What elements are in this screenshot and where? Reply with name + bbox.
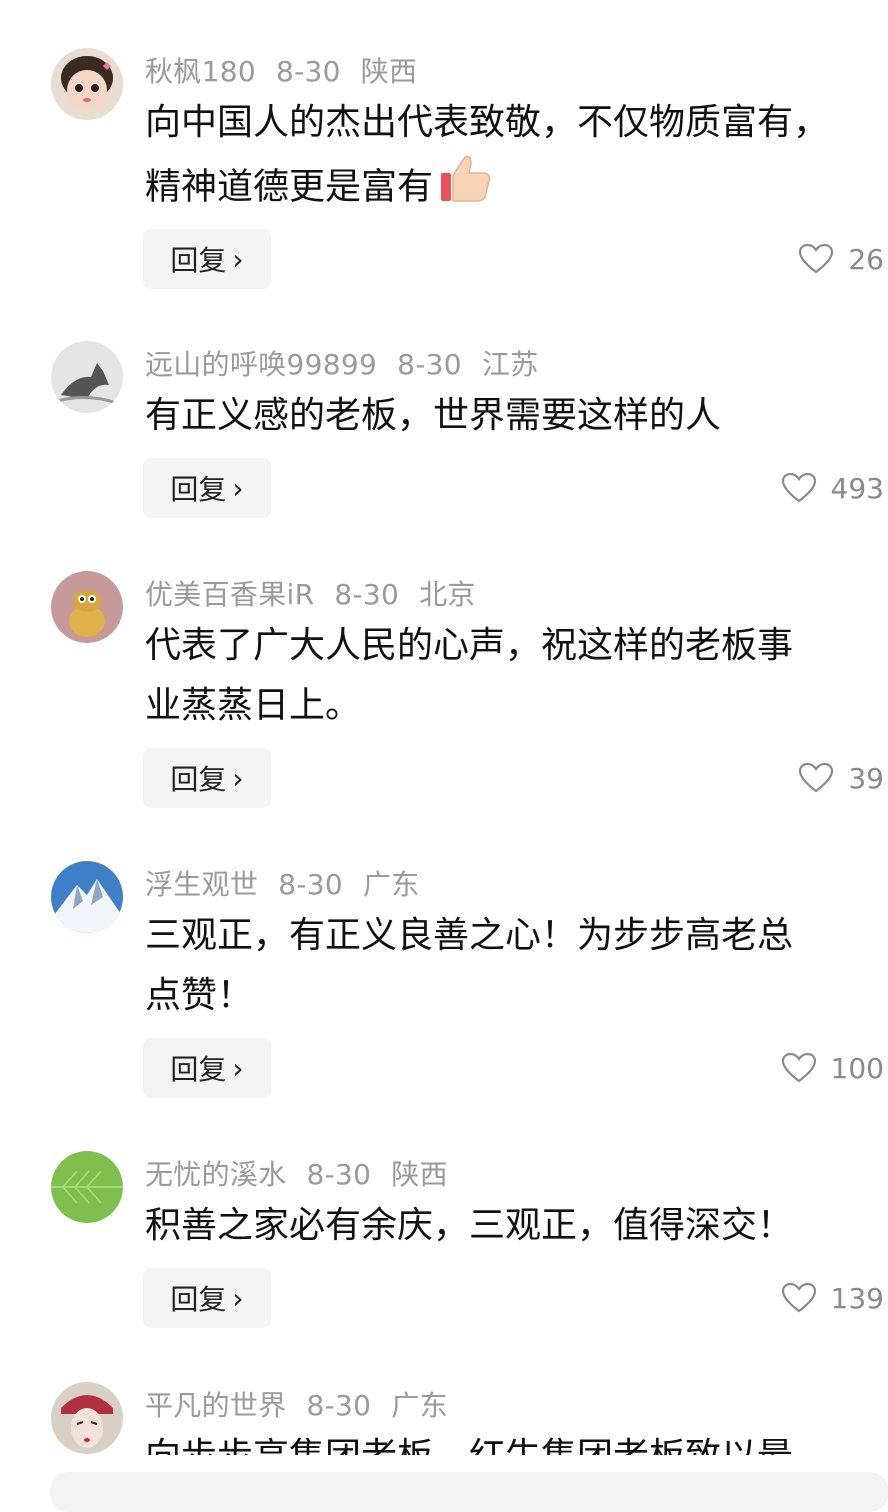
comment-meta: 优美百香果iR 8-30 北京 (145, 573, 496, 613)
comment-line: 点赞！ (145, 975, 254, 1016)
reply-label: 回复 (170, 763, 227, 796)
like-count: 100 (830, 1051, 884, 1085)
comment-line: 向步步高集团老板，红牛集团老板致以最 (145, 1427, 885, 1455)
comment-line: 积善之家必有余庆，三观正，值得深交！ (145, 1205, 794, 1246)
comment-location: 江苏 (481, 348, 539, 381)
like-count: 493 (830, 471, 884, 505)
heart-icon (781, 1282, 816, 1313)
like-count: 39 (848, 761, 884, 795)
thumbs-up-icon (437, 153, 493, 224)
comment-date: 8-30 (334, 578, 400, 611)
heart-icon (799, 762, 834, 793)
username[interactable]: 优美百香果iR (145, 578, 314, 611)
comment-text: 代表了广大人民的心声，祝这样的老板事 业蒸蒸日上。 (145, 616, 885, 736)
reply-label: 回复 (170, 473, 227, 506)
comment-text: 向步步高集团老板，红牛集团老板致以最 (145, 1427, 885, 1455)
reply-button[interactable]: 回复 › (143, 458, 271, 518)
like-button[interactable]: 39 (798, 748, 884, 808)
reply-button[interactable]: 回复 › (143, 229, 271, 289)
comment-line: 有正义感的老板，世界需要这样的人 (145, 395, 722, 436)
comment-location: 广东 (362, 868, 420, 901)
comment-text: 三观正，有正义良善之心！为步步高老总 点赞！ (145, 906, 885, 1026)
chevron-right-icon: › (232, 761, 244, 795)
like-button[interactable]: 139 (781, 1268, 884, 1328)
comment-date: 8-30 (278, 868, 343, 901)
comment-date: 8-30 (306, 1389, 372, 1422)
comment-line-wrap: 精神道德更是富有 (145, 153, 885, 224)
user-avatar[interactable] (51, 48, 123, 120)
heart-icon (781, 1052, 816, 1083)
comment-meta: 秋枫180 8-30 陕西 (145, 50, 437, 90)
like-count: 26 (848, 242, 884, 276)
user-avatar[interactable] (51, 861, 123, 933)
chevron-right-icon: › (232, 1281, 244, 1315)
comment-text: 积善之家必有余庆，三观正，值得深交！ (145, 1196, 885, 1256)
reply-label: 回复 (170, 1053, 227, 1086)
leaf-avatar-icon (51, 1151, 123, 1223)
comment-location: 北京 (419, 578, 476, 611)
comment-date: 8-30 (397, 348, 462, 381)
horse-avatar-icon (51, 341, 123, 413)
user-avatar[interactable] (51, 571, 123, 643)
username[interactable]: 秋枫180 (145, 55, 256, 88)
like-count: 139 (830, 1281, 884, 1315)
comment-date: 8-30 (306, 1158, 372, 1191)
comment-location: 广东 (391, 1389, 448, 1422)
reply-button[interactable]: 回复 › (143, 1268, 271, 1328)
comment-line: 代表了广大人民的心声，祝这样的老板事 (145, 625, 794, 666)
reply-label: 回复 (170, 1283, 227, 1316)
reply-button[interactable]: 回复 › (143, 1038, 271, 1098)
comment-input-bar[interactable] (50, 1472, 888, 1512)
username[interactable]: 远山的呼唤99899 (145, 348, 377, 381)
user-avatar[interactable] (51, 341, 123, 413)
opera-avatar-icon (51, 1382, 123, 1454)
comment-date: 8-30 (275, 55, 341, 88)
like-button[interactable]: 493 (781, 458, 884, 518)
girl-avatar-icon (51, 48, 123, 120)
comment-line: 向中国人的杰出代表致敬，不仅物质富有， (145, 102, 830, 143)
comment-meta: 平凡的世界 8-30 广东 (145, 1384, 468, 1424)
user-avatar[interactable] (51, 1382, 123, 1454)
user-avatar[interactable] (51, 1151, 123, 1223)
heart-icon (781, 472, 816, 503)
cartoon-avatar-icon (51, 571, 123, 643)
comment-meta: 远山的呼唤99899 8-30 江苏 (145, 343, 558, 383)
reply-label: 回复 (170, 244, 227, 277)
comment-meta: 无忧的溪水 8-30 陕西 (145, 1153, 468, 1193)
username[interactable]: 无忧的溪水 (145, 1158, 287, 1191)
heart-icon (799, 243, 834, 274)
comment-line: 三观正，有正义良善之心！为步步高老总 (145, 915, 794, 956)
like-button[interactable]: 26 (798, 229, 884, 289)
reply-button[interactable]: 回复 › (143, 748, 271, 808)
username[interactable]: 平凡的世界 (145, 1389, 287, 1422)
comment-location: 陕西 (360, 55, 418, 88)
like-button[interactable]: 100 (781, 1038, 884, 1098)
comment-item: 平凡的世界 8-30 广东 向步步高集团老板，红牛集团老板致以最 (0, 1380, 888, 1455)
comment-text: 有正义感的老板，世界需要这样的人 (145, 386, 885, 446)
chevron-right-icon: › (232, 471, 244, 505)
comment-meta: 浮生观世 8-30 广东 (145, 863, 440, 903)
comment-text: 向中国人的杰出代表致敬，不仅物质富有， 精神道德更是富有 (145, 93, 885, 224)
chevron-right-icon: › (232, 1051, 244, 1085)
comment-line: 精神道德更是富有 (145, 166, 434, 208)
comment-location: 陕西 (391, 1158, 448, 1191)
chevron-right-icon: › (232, 242, 244, 276)
mountain-avatar-icon (51, 861, 123, 933)
username[interactable]: 浮生观世 (145, 868, 258, 901)
comment-line: 业蒸蒸日上。 (145, 685, 362, 726)
